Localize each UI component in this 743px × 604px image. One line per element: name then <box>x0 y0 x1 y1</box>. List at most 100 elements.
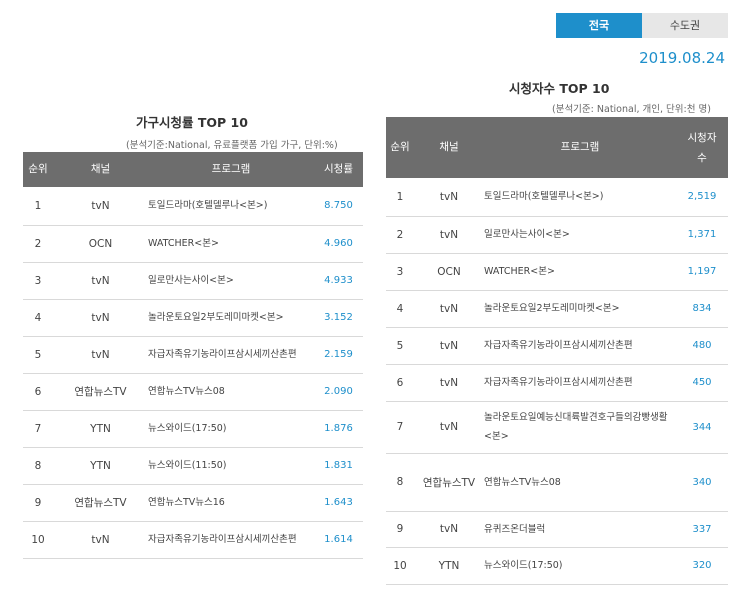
rank-cell: 9 <box>386 511 414 548</box>
program-cell: 자급자족유기농라이프삼시세끼산촌편 <box>484 327 676 365</box>
rank-cell: 5 <box>23 336 53 374</box>
table-row: 10 tvN 자급자족유기농라이프삼시세끼산촌편 1.614 <box>23 521 363 559</box>
value-cell: 4.933 <box>314 262 363 300</box>
channel-cell: tvN <box>414 216 484 254</box>
header-rating: 시청률 <box>314 152 363 187</box>
channel-cell: 연합뉴스TV <box>414 453 484 512</box>
rank-cell: 9 <box>23 484 53 522</box>
viewers-title: 시청자수 TOP 10 <box>509 81 610 96</box>
rank-cell: 1 <box>386 178 414 217</box>
table-row: 10 YTN 뉴스와이드(17:50) 320 <box>386 547 728 585</box>
channel-cell: OCN <box>414 253 484 291</box>
value-cell: 2.090 <box>314 373 363 411</box>
value-cell: 340 <box>676 453 728 512</box>
header-rank: 순위 <box>23 152 53 187</box>
value-cell: 344 <box>676 401 728 454</box>
channel-cell: tvN <box>53 521 148 559</box>
rank-cell: 7 <box>23 410 53 448</box>
table-row: 5 tvN 자급자족유기농라이프삼시세끼산촌편 2.159 <box>23 336 363 374</box>
table-header-row: 순위 채널 프로그램 시청자수 <box>386 117 728 178</box>
program-cell: 일로만사는사이<본> <box>484 216 676 254</box>
rank-cell: 8 <box>386 453 414 512</box>
channel-cell: tvN <box>53 299 148 337</box>
value-cell: 834 <box>676 290 728 328</box>
channel-cell: tvN <box>53 262 148 300</box>
value-cell: 450 <box>676 364 728 402</box>
channel-cell: tvN <box>414 401 484 454</box>
program-cell: 토일드라마(호텔델루나<본>) <box>148 187 314 226</box>
value-cell: 1,371 <box>676 216 728 254</box>
value-cell: 320 <box>676 547 728 585</box>
rank-cell: 3 <box>23 262 53 300</box>
value-cell: 1.614 <box>314 521 363 559</box>
table-row: 2 OCN WATCHER<본> 4.960 <box>23 225 363 263</box>
table-row: 4 tvN 놀라운토요일2부도레미마켓<본> 834 <box>386 290 728 328</box>
program-cell: 뉴스와이드(11:50) <box>148 447 314 485</box>
value-cell: 337 <box>676 511 728 548</box>
table-row: 6 tvN 자급자족유기농라이프삼시세끼산촌편 450 <box>386 364 728 402</box>
program-cell: 연합뉴스TV뉴스16 <box>148 484 314 522</box>
channel-cell: YTN <box>414 547 484 585</box>
viewer-count-table: 순위 채널 프로그램 시청자수 1 tvN 토일드라마(호텔델루나<본>) 2,519… <box>386 117 728 585</box>
table-row: 7 YTN 뉴스와이드(17:50) 1.876 <box>23 410 363 448</box>
table-row: 8 YTN 뉴스와이드(11:50) 1.831 <box>23 447 363 485</box>
rank-cell: 2 <box>386 216 414 254</box>
table-row: 1 tvN 토일드라마(호텔델루나<본>) 8.750 <box>23 187 363 226</box>
rank-cell: 4 <box>386 290 414 328</box>
table-row: 8 연합뉴스TV 연합뉴스TV뉴스08 340 <box>386 453 728 512</box>
viewer-rows: 1 tvN 토일드라마(호텔델루나<본>) 2,519 2 tvN 일로만사는사이<본> 1,… <box>386 178 728 585</box>
program-cell: 유퀴즈온더블럭 <box>484 511 676 548</box>
program-cell: 자급자족유기농라이프삼시세끼산촌편 <box>148 336 314 374</box>
value-cell: 2.159 <box>314 336 363 374</box>
table-row: 9 연합뉴스TV 연합뉴스TV뉴스16 1.643 <box>23 484 363 522</box>
value-cell: 8.750 <box>314 187 363 226</box>
household-rows: 1 tvN 토일드라마(호텔델루나<본>) 8.750 2 OCN WATCHER<본> 4.… <box>23 187 363 559</box>
table-row: 3 OCN WATCHER<본> 1,197 <box>386 253 728 291</box>
tab-national[interactable]: 전국 <box>556 13 642 38</box>
channel-cell: OCN <box>53 225 148 263</box>
region-tabs: 전국 수도권 <box>556 13 728 38</box>
rank-cell: 1 <box>23 187 53 226</box>
value-cell: 1.643 <box>314 484 363 522</box>
value-cell: 4.960 <box>314 225 363 263</box>
table-header-row: 순위 채널 프로그램 시청률 <box>23 152 363 187</box>
value-cell: 1,197 <box>676 253 728 291</box>
header-program: 프로그램 <box>148 152 314 187</box>
program-cell: 놀라운토요일예능신대륙발견호구들의감빵생활<본> <box>484 401 676 454</box>
program-cell: 자급자족유기농라이프삼시세끼산촌편 <box>148 521 314 559</box>
channel-cell: tvN <box>414 327 484 365</box>
table-row: 6 연합뉴스TV 연합뉴스TV뉴스08 2.090 <box>23 373 363 411</box>
household-rating-table: 순위 채널 프로그램 시청률 1 tvN 토일드라마(호텔델루나<본>) 8.750 2… <box>23 152 363 559</box>
value-cell: 2,519 <box>676 178 728 217</box>
channel-cell: tvN <box>414 364 484 402</box>
value-cell: 1.831 <box>314 447 363 485</box>
rank-cell: 8 <box>23 447 53 485</box>
value-cell: 3.152 <box>314 299 363 337</box>
table-row: 4 tvN 놀라운토요일2부도레미마켓<본> 3.152 <box>23 299 363 337</box>
table-row: 3 tvN 일로만사는사이<본> 4.933 <box>23 262 363 300</box>
rank-cell: 6 <box>386 364 414 402</box>
table-row: 9 tvN 유퀴즈온더블럭 337 <box>386 511 728 548</box>
program-cell: 뉴스와이드(17:50) <box>148 410 314 448</box>
channel-cell: tvN <box>53 336 148 374</box>
channel-cell: tvN <box>414 511 484 548</box>
program-cell: 놀라운토요일2부도레미마켓<본> <box>484 290 676 328</box>
table-row: 5 tvN 자급자족유기농라이프삼시세끼산촌편 480 <box>386 327 728 365</box>
date-label: 2019.08.24 <box>639 49 725 67</box>
rank-cell: 3 <box>386 253 414 291</box>
channel-cell: 연합뉴스TV <box>53 373 148 411</box>
table-row: 2 tvN 일로만사는사이<본> 1,371 <box>386 216 728 254</box>
header-channel: 채널 <box>53 152 148 187</box>
rank-cell: 10 <box>23 521 53 559</box>
rank-cell: 10 <box>386 547 414 585</box>
program-cell: 토일드라마(호텔델루나<본>) <box>484 178 676 217</box>
tab-capital-area[interactable]: 수도권 <box>642 13 728 38</box>
table-row: 7 tvN 놀라운토요일예능신대륙발견호구들의감빵생활<본> 344 <box>386 401 728 454</box>
program-cell: 연합뉴스TV뉴스08 <box>484 453 676 512</box>
program-cell: WATCHER<본> <box>484 253 676 291</box>
household-title: 가구시청률 TOP 10 <box>136 115 248 130</box>
program-cell: 연합뉴스TV뉴스08 <box>148 373 314 411</box>
channel-cell: YTN <box>53 447 148 485</box>
header-channel: 채널 <box>414 117 484 178</box>
channel-cell: YTN <box>53 410 148 448</box>
